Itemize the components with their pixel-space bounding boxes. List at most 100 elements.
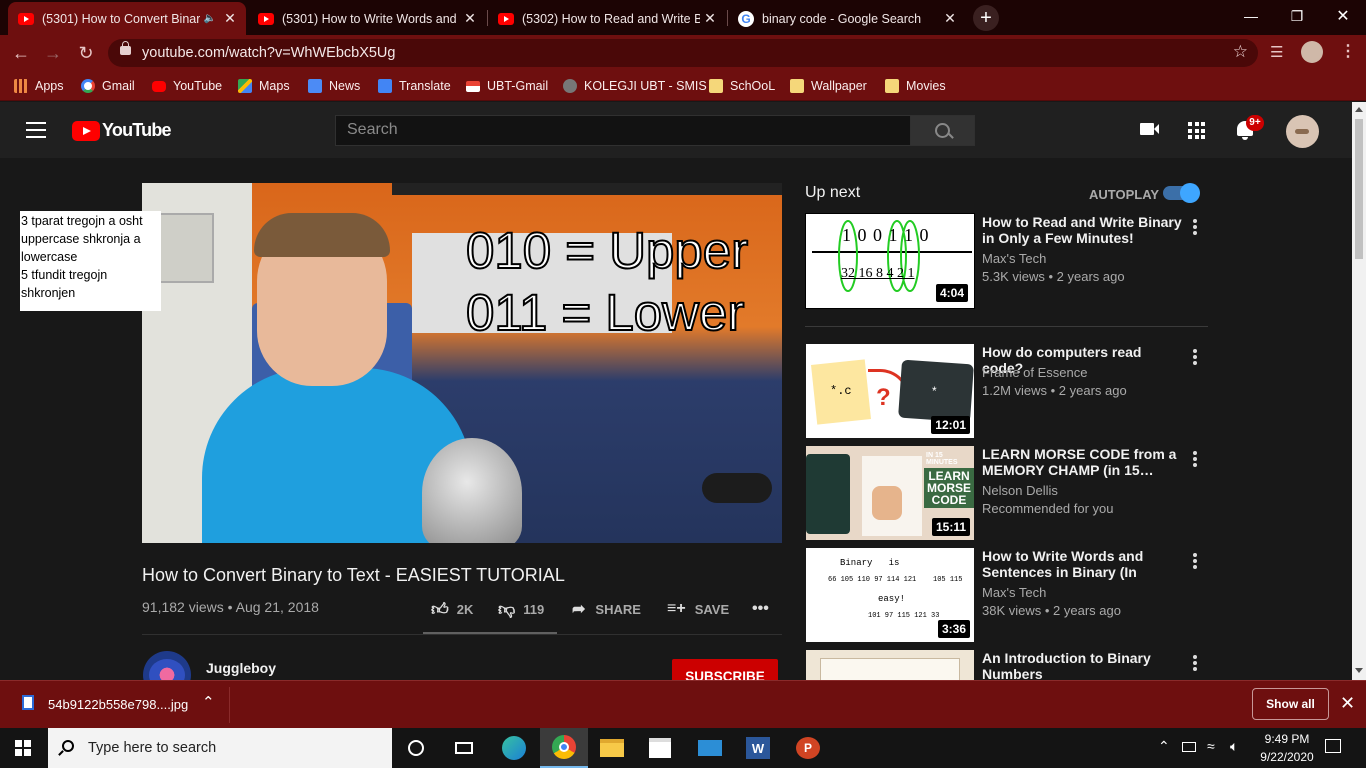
- close-window-button[interactable]: ✕: [1320, 0, 1366, 32]
- more-options-icon[interactable]: [1193, 349, 1197, 365]
- maximize-button[interactable]: ❐: [1274, 0, 1320, 32]
- close-tab-icon[interactable]: ✕: [460, 10, 480, 27]
- youtube-logo-text[interactable]: YouTube: [102, 120, 172, 141]
- channel-name[interactable]: Juggleboy: [206, 660, 276, 676]
- search-button[interactable]: [910, 115, 975, 146]
- speaker-icon[interactable]: 🔈: [204, 13, 216, 24]
- create-video-icon[interactable]: [1140, 123, 1159, 135]
- scroll-up-icon[interactable]: [1355, 107, 1363, 112]
- video-player[interactable]: 010 = Upper 011 = Lower: [142, 183, 782, 543]
- bookmark-ubt-gmail[interactable]: UBT-Gmail: [466, 76, 548, 96]
- powerpoint-icon[interactable]: P: [784, 728, 832, 768]
- bookmark-youtube[interactable]: YouTube: [152, 76, 222, 96]
- subscribe-button[interactable]: SUBSCRIBE: [672, 659, 778, 680]
- page-scrollbar[interactable]: [1352, 102, 1366, 680]
- task-view-icon[interactable]: [440, 728, 488, 768]
- cortana-icon[interactable]: [392, 728, 440, 768]
- download-filename[interactable]: 54b9122b558e798....jpg: [48, 697, 188, 712]
- store-icon[interactable]: [636, 728, 684, 768]
- word-icon[interactable]: W: [734, 728, 782, 768]
- video-thumbnail[interactable]: 1 0 0 1 1 0 32 16 8 4 2 1 4:04: [805, 213, 975, 309]
- tab-google-search[interactable]: G binary code - Google Search ✕: [728, 2, 966, 35]
- like-button[interactable]: 👍︎ 2K: [431, 599, 473, 619]
- share-button[interactable]: ➦ SHARE: [572, 599, 641, 619]
- recommended-video[interactable]: 1 0 0 1 1 0 32 16 8 4 2 1 4:04 How to Re…: [805, 213, 1208, 309]
- battery-icon[interactable]: [1182, 742, 1196, 752]
- chrome-icon[interactable]: [540, 728, 588, 768]
- recommended-channel[interactable]: Max's Tech: [982, 585, 1046, 600]
- bookmark-maps[interactable]: Maps: [238, 76, 290, 96]
- media-control-icon[interactable]: ☰: [1270, 43, 1283, 61]
- more-options-icon[interactable]: [1193, 553, 1197, 569]
- channel-avatar[interactable]: [143, 651, 191, 680]
- video-thumbnail[interactable]: *.c ? * 12:01: [806, 344, 974, 438]
- windows-start-icon[interactable]: [15, 740, 31, 756]
- recommended-channel[interactable]: Max's Tech: [982, 251, 1046, 266]
- video-thumbnail[interactable]: Binary is 66 105 110 97 114 121 105 115 …: [806, 548, 974, 642]
- save-button[interactable]: ≡+ SAVE: [667, 599, 729, 619]
- close-shelf-icon[interactable]: ✕: [1340, 693, 1355, 714]
- address-bar[interactable]: youtube.com/watch?v=WhWEbcbX5Ug ☆: [108, 39, 1258, 67]
- video-thumbnail[interactable]: IN 15 MINUTES LEARN MORSE CODE 15:11: [806, 446, 974, 540]
- minimize-button[interactable]: —: [1228, 0, 1274, 32]
- edge-icon[interactable]: [490, 728, 538, 768]
- bookmark-wallpaper[interactable]: Wallpaper: [790, 76, 867, 96]
- wifi-icon[interactable]: ≈: [1207, 738, 1215, 754]
- recommended-channel[interactable]: Nelson Dellis: [982, 483, 1058, 498]
- show-all-button[interactable]: Show all: [1252, 688, 1329, 720]
- close-tab-icon[interactable]: ✕: [940, 10, 960, 27]
- bookmark-gmail[interactable]: Gmail: [81, 76, 135, 96]
- tab-convert-binary[interactable]: (5301) How to Convert Binar 🔈 ✕: [8, 2, 246, 35]
- image-file-icon[interactable]: [22, 695, 34, 710]
- close-tab-icon[interactable]: ✕: [700, 10, 720, 27]
- clock-date[interactable]: 9/22/2020: [1254, 750, 1320, 764]
- autoplay-toggle[interactable]: [1163, 183, 1200, 203]
- hamburger-menu-icon[interactable]: [26, 122, 46, 138]
- recommended-title[interactable]: An Introduction to Binary Numbers: [982, 650, 1182, 680]
- recommended-video[interactable]: An Introduction to Binary Numbers: [805, 650, 1208, 680]
- bookmark-star-icon[interactable]: ☆: [1233, 42, 1248, 62]
- recommended-video[interactable]: Binary is 66 105 110 97 114 121 105 115 …: [805, 548, 1208, 642]
- back-button[interactable]: ←: [9, 41, 33, 65]
- recommended-channel[interactable]: Frame of Essence: [982, 365, 1088, 380]
- more-options-icon[interactable]: [1193, 655, 1197, 671]
- file-explorer-icon[interactable]: [588, 728, 636, 768]
- recommended-video[interactable]: IN 15 MINUTES LEARN MORSE CODE 15:11 LEA…: [805, 446, 1208, 540]
- bookmark-translate[interactable]: Translate: [378, 76, 451, 96]
- tab-read-write-binary[interactable]: (5302) How to Read and Write Bi ✕: [488, 2, 726, 35]
- youtube-logo-icon[interactable]: [72, 121, 100, 141]
- volume-icon[interactable]: 🔈︎: [1230, 738, 1238, 755]
- action-center-icon[interactable]: [1325, 739, 1341, 753]
- chrome-menu-icon[interactable]: ⋮: [1340, 41, 1356, 61]
- video-thumbnail[interactable]: [806, 650, 974, 680]
- more-options-icon[interactable]: [1193, 451, 1197, 467]
- more-actions-icon[interactable]: •••: [752, 599, 769, 619]
- forward-button[interactable]: →: [41, 41, 65, 65]
- new-tab-button[interactable]: +: [973, 5, 999, 31]
- close-tab-icon[interactable]: ✕: [220, 10, 240, 27]
- scroll-down-icon[interactable]: [1355, 668, 1363, 673]
- recommended-title[interactable]: How to Write Words and Sentences in Bina…: [982, 548, 1182, 580]
- bookmark-movies[interactable]: Movies: [885, 76, 946, 96]
- taskbar-search-box[interactable]: Type here to search: [48, 728, 392, 768]
- show-hidden-icons-icon[interactable]: ⌃: [1158, 738, 1170, 755]
- url-text[interactable]: youtube.com/watch?v=WhWEbcbX5Ug: [142, 45, 395, 61]
- recommended-title[interactable]: How to Read and Write Binary in Only a F…: [982, 214, 1182, 246]
- chevron-up-icon[interactable]: ⌃: [202, 693, 215, 711]
- more-options-icon[interactable]: [1193, 219, 1197, 235]
- profile-avatar[interactable]: [1301, 41, 1323, 63]
- lock-icon[interactable]: [120, 41, 131, 55]
- bookmark-school[interactable]: SchOoL: [709, 76, 775, 96]
- clock-time[interactable]: 9:49 PM: [1258, 732, 1316, 746]
- recommended-title[interactable]: LEARN MORSE CODE from a MEMORY CHAMP (in…: [982, 446, 1182, 478]
- reload-button[interactable]: ↻: [74, 41, 98, 65]
- mail-icon[interactable]: [686, 728, 734, 768]
- bookmark-kolegji[interactable]: KOLEGJI UBT - SMIS: [563, 76, 707, 96]
- bookmark-apps[interactable]: Apps: [14, 76, 64, 96]
- recommended-video[interactable]: *.c ? * 12:01 How do computers read code…: [805, 344, 1208, 438]
- bookmark-news[interactable]: News: [308, 76, 360, 96]
- dislike-button[interactable]: 👎︎ 119: [498, 599, 544, 619]
- account-avatar[interactable]: [1286, 115, 1319, 148]
- tab-write-words[interactable]: (5301) How to Write Words and S ✕: [248, 2, 486, 35]
- scrollbar-thumb[interactable]: [1355, 119, 1363, 259]
